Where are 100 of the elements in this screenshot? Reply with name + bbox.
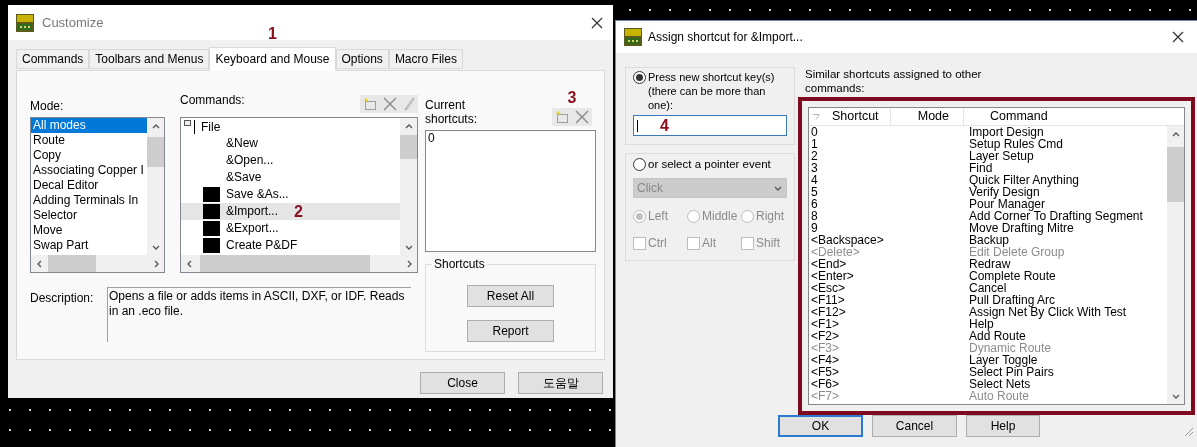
tab[interactable]: Options	[335, 49, 389, 69]
mode-item[interactable]: All modes	[31, 118, 147, 133]
vertical-scrollbar[interactable]	[400, 118, 417, 255]
current-shortcuts-list[interactable]: 0	[425, 130, 596, 252]
mode-item[interactable]: Adding Terminals In	[31, 193, 147, 208]
table-row[interactable]: <F5> Select Pin Pairs	[811, 366, 1167, 378]
table-row[interactable]: <Esc> Cancel	[811, 282, 1167, 294]
table-cell: Backup	[969, 234, 1010, 246]
dialog-button[interactable]: 도움말	[518, 372, 603, 394]
table-cell-text: <F12>	[811, 306, 847, 318]
table-cell: Select Pin Pairs	[969, 366, 1054, 378]
scrollbar-thumb[interactable]	[200, 255, 370, 272]
option-label: or select a pointer event	[648, 157, 771, 172]
table-cell: Layer Toggle	[969, 354, 1038, 366]
tree-item[interactable]: Create P&DF	[181, 237, 400, 254]
tree-item[interactable]: File	[181, 118, 400, 135]
tab[interactable]: Keyboard and Mouse	[209, 47, 336, 71]
table-cell-text: 2	[811, 150, 819, 162]
table-row[interactable]: <F11> Pull Drafting Arc	[811, 294, 1167, 306]
table-cell-text: <Enter>	[811, 270, 855, 282]
scrollbar-thumb[interactable]	[147, 137, 164, 167]
mode-item[interactable]: Decal Editor	[31, 178, 147, 193]
tab[interactable]: Macro Files	[388, 49, 463, 69]
column-header[interactable]: Command	[964, 107, 1048, 126]
dialog-button[interactable]: OK	[778, 415, 863, 437]
delete-icon[interactable]	[575, 110, 589, 124]
shortcuts-button[interactable]: Report	[467, 319, 554, 342]
horizontal-scrollbar[interactable]	[31, 255, 164, 272]
table-row[interactable]: <Backspace> Backup	[811, 234, 1167, 246]
dialog-button[interactable]: Close	[420, 372, 505, 394]
mode-item[interactable]: Copy	[31, 148, 147, 163]
shortcut-item[interactable]: 0	[428, 131, 593, 146]
radio-button[interactable]	[633, 158, 646, 172]
tab[interactable]: Toolbars and Menus	[89, 49, 210, 69]
table-cell-text: 4	[811, 174, 819, 186]
table-row[interactable]: <F6> Select Nets	[811, 378, 1167, 390]
shortcut-input[interactable]: 4	[633, 115, 787, 136]
current-shortcuts-label: Current shortcuts:	[425, 98, 479, 126]
mode-item[interactable]: Route	[31, 133, 147, 148]
table-row[interactable]: 1 Setup Rules Cmd	[811, 138, 1167, 150]
table-cell: Dynamic Route	[969, 342, 1052, 354]
command-icon	[203, 221, 220, 236]
mode-list[interactable]: All modes Route Copy Associating Copper I Decal Editor Adding Terminals In Selector Move Swap Part	[30, 117, 165, 273]
resize-grip-icon[interactable]	[1182, 425, 1194, 437]
table-row[interactable]: <F1> Help	[811, 318, 1167, 330]
new-item-icon[interactable]	[555, 110, 569, 124]
table-row[interactable]: 8 Add Corner To Drafting Segment	[811, 210, 1167, 222]
dialog-button[interactable]: Cancel	[872, 415, 957, 437]
tree-item[interactable]: &Save	[181, 169, 400, 186]
mode-item[interactable]: Move	[31, 223, 147, 238]
shortcuts-button[interactable]: Reset All	[467, 284, 554, 307]
table-row[interactable]: 9 Move Drafting Mitre	[811, 222, 1167, 234]
table-row[interactable]: <F12> Assign Net By Click With Test	[811, 306, 1167, 318]
annotation-number: 1	[268, 26, 277, 42]
commands-tree[interactable]: File &New &Open... &Save Save &As... &Import... 2 &Export... Create P&DF	[180, 117, 418, 273]
commands-label: Commands:	[180, 92, 245, 109]
tab[interactable]: Commands	[16, 49, 90, 69]
annotation-number: 3	[567, 90, 577, 106]
dialog-button[interactable]: Help	[966, 415, 1040, 437]
mode-item[interactable]: Associating Copper I	[31, 163, 147, 178]
table-row[interactable]: 5 Verify Design	[811, 186, 1167, 198]
table-row[interactable]: <F4> Layer Toggle	[811, 354, 1167, 366]
radio-button[interactable]	[633, 71, 646, 84]
scrollbar-thumb[interactable]	[400, 135, 417, 159]
column-header[interactable]: Shortcut	[832, 107, 890, 126]
table-cell: Help	[969, 318, 994, 330]
mode-label: Mode:	[30, 98, 65, 115]
scrollbar-thumb[interactable]	[48, 255, 96, 272]
annotation-number: 2	[294, 203, 303, 220]
scrollbar-thumb[interactable]	[1167, 147, 1184, 202]
vertical-scrollbar[interactable]	[147, 118, 164, 255]
close-icon[interactable]	[1172, 31, 1184, 43]
new-item-icon[interactable]	[363, 97, 377, 111]
table-row[interactable]: 0 Import Design	[811, 126, 1167, 138]
tree-item[interactable]: &New	[181, 135, 400, 152]
close-icon[interactable]	[591, 16, 603, 29]
delete-icon[interactable]	[383, 97, 397, 111]
pencil-icon[interactable]	[403, 97, 415, 111]
mode-item[interactable]: Swap Part	[31, 238, 147, 253]
vertical-scrollbar[interactable]	[1167, 126, 1184, 404]
table-row[interactable]: 2 Layer Setup	[811, 150, 1167, 162]
table-row[interactable]: <End> Redraw	[811, 258, 1167, 270]
table-row[interactable]: 4 Quick Filter Anything	[811, 174, 1167, 186]
table-row[interactable]: 3 Find	[811, 162, 1167, 174]
table-cell: Quick Filter Anything	[969, 174, 1080, 186]
tree-item[interactable]: &Import... 2	[181, 203, 400, 220]
table-cell: Redraw	[969, 258, 1011, 270]
mode-item[interactable]: Selector	[31, 208, 147, 223]
column-header[interactable]: Mode	[891, 107, 963, 126]
table-row[interactable]: <Enter> Complete Route	[811, 270, 1167, 282]
command-icon	[203, 238, 220, 253]
radio-label: Left	[648, 208, 668, 226]
table-row[interactable]: <F2> Add Route	[811, 330, 1167, 342]
horizontal-scrollbar[interactable]	[181, 255, 417, 272]
table-row[interactable]: 6 Pour Manager	[811, 198, 1167, 210]
table-cell: Edit Delete Group	[969, 246, 1065, 258]
tree-item[interactable]: Save &As...	[181, 186, 400, 203]
tree-item[interactable]: &Export...	[181, 220, 400, 237]
tree-item[interactable]: &Open...	[181, 152, 400, 169]
table-cell: Import Design	[969, 126, 1044, 138]
